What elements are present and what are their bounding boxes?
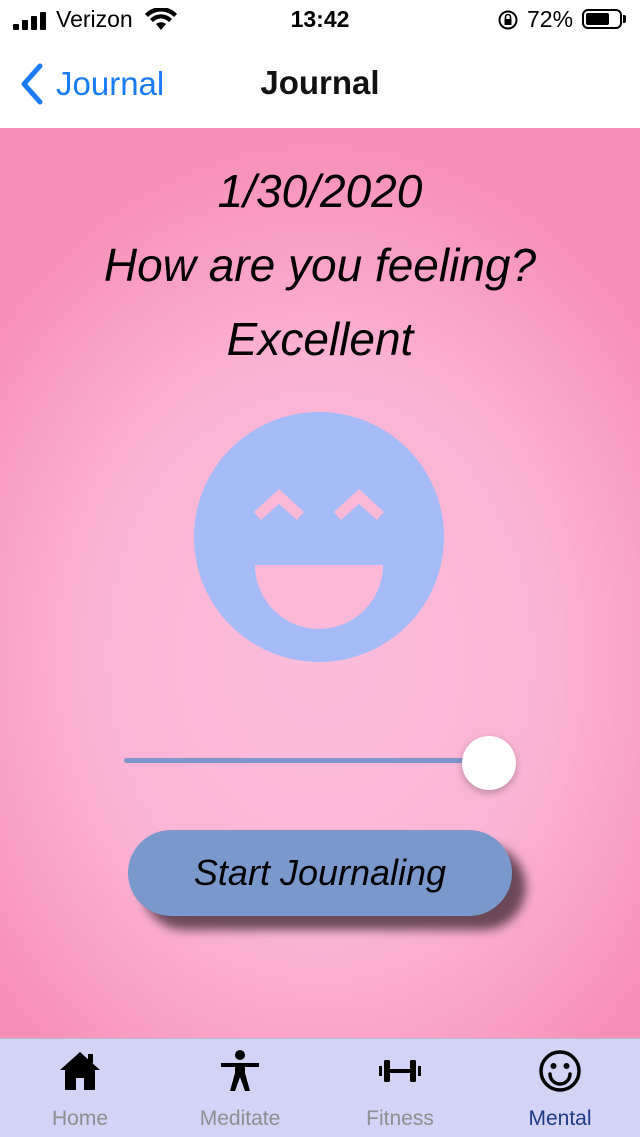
mood-label: Excellent <box>226 313 414 365</box>
rotation-lock-icon <box>498 10 518 30</box>
tab-fitness-label: Fitness <box>366 1107 434 1130</box>
tab-home[interactable]: Home <box>0 1039 160 1137</box>
back-button[interactable]: Journal <box>18 62 164 106</box>
dumbbell-icon <box>379 1060 421 1082</box>
battery-tip <box>623 15 626 23</box>
smiley-icon <box>539 1050 581 1092</box>
slider-track <box>124 758 494 763</box>
feeling-question: How are you feeling? <box>103 239 537 291</box>
tab-mental-label: Mental <box>528 1107 592 1130</box>
navigation-bar: Journal Journal <box>0 40 640 129</box>
mood-slider[interactable] <box>124 736 516 790</box>
journal-content: 1/30/2020 How are you feeling? Excellent… <box>0 128 640 1038</box>
tab-fitness[interactable]: Fitness <box>320 1039 480 1137</box>
home-icon <box>60 1052 100 1090</box>
start-journaling-label: Start Journaling <box>193 852 447 893</box>
tab-mental[interactable]: Mental <box>480 1039 640 1137</box>
entry-date: 1/30/2020 <box>217 165 423 217</box>
chevron-left-icon <box>21 63 43 105</box>
battery-icon <box>582 9 622 29</box>
status-bar: Verizon 13:42 72% <box>0 0 640 40</box>
tab-bar: Home Meditate Fitness Mental <box>0 1038 640 1137</box>
back-button-label: Journal <box>56 65 165 102</box>
person-icon <box>221 1050 259 1091</box>
slider-thumb[interactable] <box>462 736 516 790</box>
tab-home-label: Home <box>51 1107 109 1130</box>
tab-meditate[interactable]: Meditate <box>160 1039 320 1137</box>
start-journaling-button[interactable]: Start Journaling <box>128 830 512 916</box>
battery-percent: 72% <box>527 6 574 32</box>
tab-meditate-label: Meditate <box>199 1107 281 1130</box>
excellent-face-icon <box>194 412 444 662</box>
